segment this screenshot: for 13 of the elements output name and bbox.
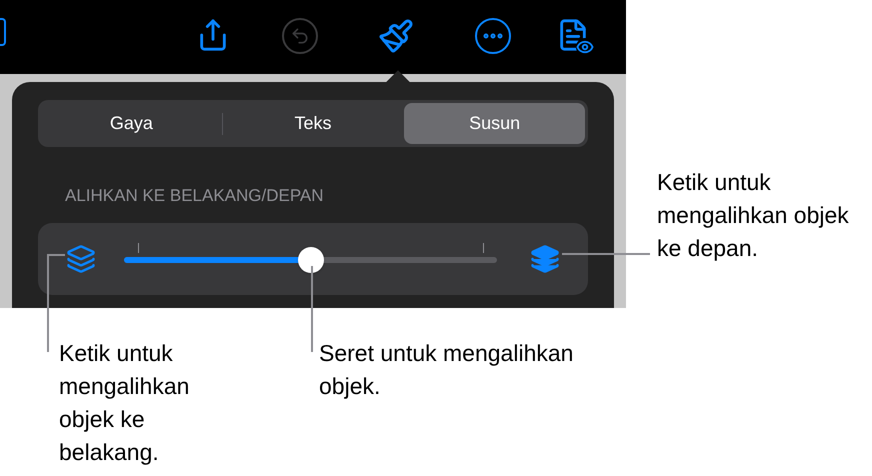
slider-thumb[interactable] (298, 246, 324, 272)
callout-text: Ketik untuk mengalihkan objek ke belakang. (59, 339, 190, 467)
toolbar-icon[interactable] (0, 18, 6, 46)
segment-tab[interactable]: Teks (222, 103, 404, 144)
callout-text: Ketik untuk mengalihkan objek ke depan. (657, 168, 850, 263)
segment-tab[interactable]: Susun (404, 103, 586, 144)
segment-tab[interactable]: Gaya (41, 103, 222, 144)
paintbrush-icon[interactable] (378, 18, 414, 54)
bring-forward-icon[interactable] (530, 244, 560, 274)
send-backward-icon[interactable] (66, 244, 96, 274)
more-icon[interactable] (475, 18, 511, 54)
section-header: ALIHKAN KE BELAKANG/DEPAN (65, 185, 325, 207)
callout-text: Seret untuk mengalihkan objek. (319, 339, 574, 401)
